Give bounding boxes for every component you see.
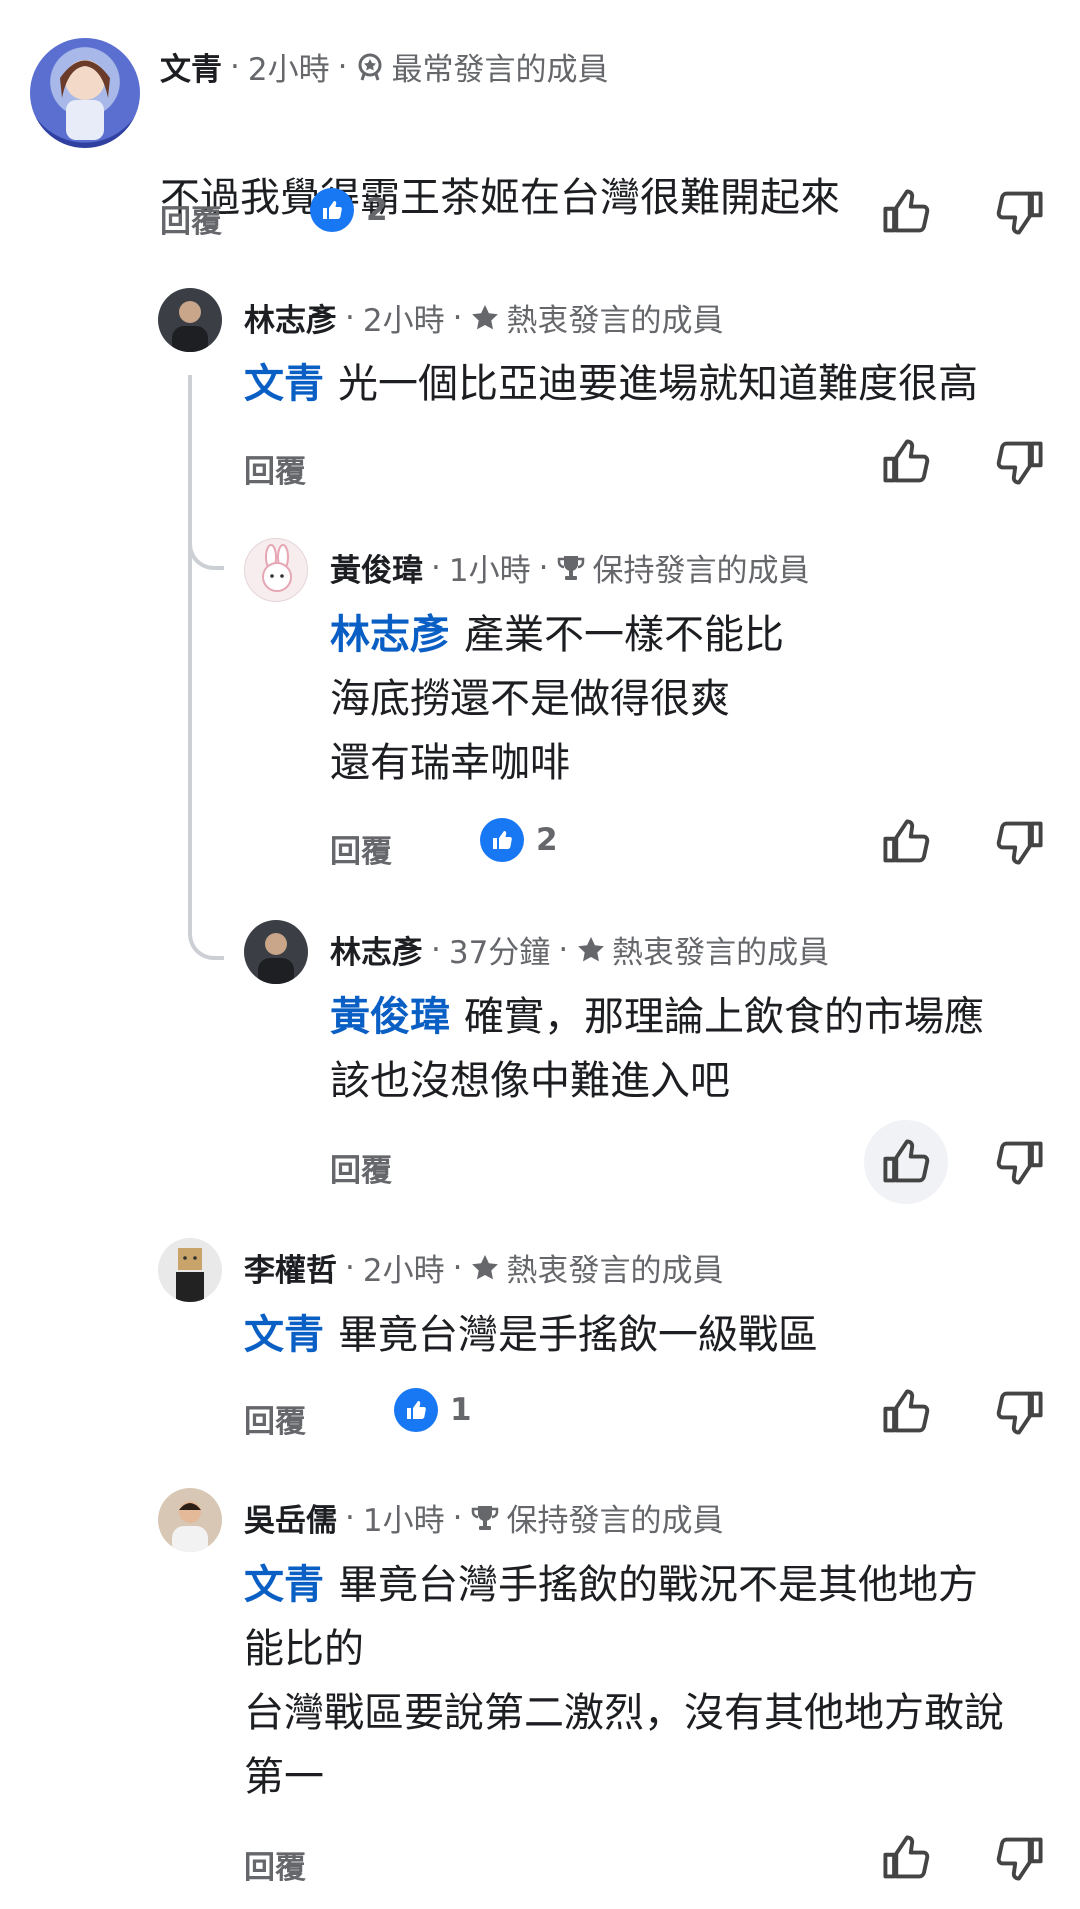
mention-link[interactable]: 文青 [244, 361, 324, 407]
member-badge: 保持發言的成員 [506, 1503, 724, 1539]
trophy-icon [472, 1505, 499, 1530]
upvote-icon[interactable] [880, 816, 932, 868]
avatar-person-icon [258, 933, 294, 984]
comment-time[interactable]: 2小時 [248, 44, 330, 89]
downvote-icon[interactable] [994, 436, 1046, 488]
medal-icon [358, 53, 382, 80]
thumbs-up-icon [310, 188, 354, 232]
comment-body: 黃俊瑋 確實，那理論上飲食的市場應 該也沒想像中難進入吧 [330, 985, 984, 1113]
downvote-icon[interactable] [994, 816, 1046, 868]
member-badge: 熱衷發言的成員 [612, 935, 830, 971]
trophy-icon [558, 555, 585, 580]
avatar-box-character-icon [176, 1248, 204, 1302]
avatar[interactable] [158, 288, 222, 352]
author-name[interactable]: 文青 [160, 44, 222, 89]
comment-text-line: 畢竟台灣是手搖飲一級戰區 [338, 1312, 818, 1358]
comment-body: 文青 畢竟台灣是手搖飲一級戰區 [244, 1303, 818, 1367]
author-name[interactable]: 吳岳儒 [244, 1495, 337, 1540]
reply-button[interactable]: 回覆 [330, 1145, 392, 1190]
author-name[interactable]: 李權哲 [244, 1245, 337, 1290]
upvote-icon[interactable] [880, 1136, 932, 1188]
avatar[interactable] [158, 1488, 222, 1552]
comment-body: 林志彥 產業不一樣不能比 海底撈還不是做得很爽 還有瑞幸咖啡 [330, 603, 784, 795]
upvote-icon[interactable] [880, 436, 932, 488]
thread-connector [188, 530, 224, 570]
comment-text-line: 還有瑞幸咖啡 [330, 740, 570, 786]
comment-time[interactable]: 2小時 [363, 1245, 445, 1290]
star-icon [472, 1254, 499, 1279]
downvote-icon[interactable] [994, 1386, 1046, 1438]
comment-body: 文青 畢竟台灣手搖飲的戰況不是其他地方 能比的 台灣戰區要說第二激烈，沒有其他地方… [244, 1553, 1064, 1809]
comment-meta: 黃俊瑋 · 1小時 · 保持發言的成員 [330, 545, 809, 590]
avatar[interactable] [158, 1238, 222, 1302]
avatar-person-icon [172, 301, 208, 352]
avatar[interactable] [30, 38, 140, 148]
comment-text-line: 產業不一樣不能比 [464, 612, 784, 658]
member-badge: 熱衷發言的成員 [506, 1253, 724, 1289]
avatar[interactable] [244, 538, 308, 602]
comment-body: 不過我覺得霸王茶姬在台灣很難開起來 [160, 102, 840, 230]
comment-text-line: 該也沒想像中難進入吧 [330, 1058, 730, 1104]
thumbs-up-icon [394, 1388, 438, 1432]
member-badge: 熱衷發言的成員 [506, 303, 724, 339]
reply-button[interactable]: 回覆 [244, 446, 306, 491]
comment-text-line: 能比的 [244, 1626, 364, 1672]
reply-button[interactable]: 回覆 [330, 826, 392, 871]
comment-text-line: 海底撈還不是做得很爽 [330, 676, 730, 722]
comment-text-line: 第一 [244, 1754, 324, 1800]
reaction-summary[interactable]: 1 [394, 1388, 472, 1432]
comment-text-line: 確實，那理論上飲食的市場應 [464, 994, 984, 1040]
comment-text-line: 不過我覺得霸王茶姬在台灣很難開起來 [160, 175, 840, 221]
star-icon [578, 936, 605, 961]
reaction-summary[interactable]: 2 [310, 188, 388, 232]
thread-line [188, 375, 192, 915]
reply-button[interactable]: 回覆 [160, 196, 222, 241]
downvote-icon[interactable] [994, 186, 1046, 238]
author-name[interactable]: 林志彥 [244, 295, 337, 340]
comment-meta: 吳岳儒 · 1小時 · 保持發言的成員 [244, 1495, 723, 1540]
comment-text-line: 畢竟台灣手搖飲的戰況不是其他地方 [338, 1562, 978, 1608]
avatar[interactable] [244, 920, 308, 984]
mention-link[interactable]: 林志彥 [330, 612, 450, 658]
mention-link[interactable]: 黃俊瑋 [330, 994, 450, 1040]
thread-connector [188, 900, 224, 960]
reaction-summary[interactable]: 2 [480, 818, 558, 862]
mention-link[interactable]: 文青 [244, 1562, 324, 1608]
reply-button[interactable]: 回覆 [244, 1842, 306, 1887]
upvote-icon[interactable] [880, 1832, 932, 1884]
like-count: 2 [536, 822, 558, 858]
comment-meta: 林志彥 · 37分鐘 · 熱衷發言的成員 [330, 927, 829, 972]
author-name[interactable]: 黃俊瑋 [330, 545, 423, 590]
comment-body: 文青 光一個比亞迪要進場就知道難度很高 [244, 352, 978, 416]
author-name[interactable]: 林志彥 [330, 927, 423, 972]
comment-meta: 林志彥 · 2小時 · 熱衷發言的成員 [244, 295, 723, 340]
member-badge: 最常發言的成員 [391, 52, 609, 88]
like-count: 1 [450, 1392, 472, 1428]
upvote-icon[interactable] [880, 186, 932, 238]
avatar-bunny-icon [262, 544, 292, 592]
like-count: 2 [366, 192, 388, 228]
comment-time[interactable]: 2小時 [363, 295, 445, 340]
comment-meta: 李權哲 · 2小時 · 熱衷發言的成員 [244, 1245, 723, 1290]
reply-button[interactable]: 回覆 [244, 1396, 306, 1441]
member-badge: 保持發言的成員 [592, 553, 810, 589]
comment-time[interactable]: 1小時 [363, 1495, 445, 1540]
comment-time[interactable]: 37分鐘 [449, 927, 550, 972]
downvote-icon[interactable] [994, 1136, 1046, 1188]
avatar-anime-girl-icon [60, 60, 110, 140]
upvote-icon[interactable] [880, 1386, 932, 1438]
comment-text-line: 光一個比亞迪要進場就知道難度很高 [338, 361, 978, 407]
star-icon [472, 304, 499, 329]
comment-time[interactable]: 1小時 [449, 545, 531, 590]
downvote-icon[interactable] [994, 1832, 1046, 1884]
thumbs-up-icon [480, 818, 524, 862]
avatar-person-icon [172, 1501, 208, 1552]
comment-meta: 文青 · 2小時 · 最常發言的成員 [160, 44, 608, 89]
comment-text-line: 台灣戰區要說第二激烈，沒有其他地方敢說 [244, 1690, 1004, 1736]
mention-link[interactable]: 文青 [244, 1312, 324, 1358]
